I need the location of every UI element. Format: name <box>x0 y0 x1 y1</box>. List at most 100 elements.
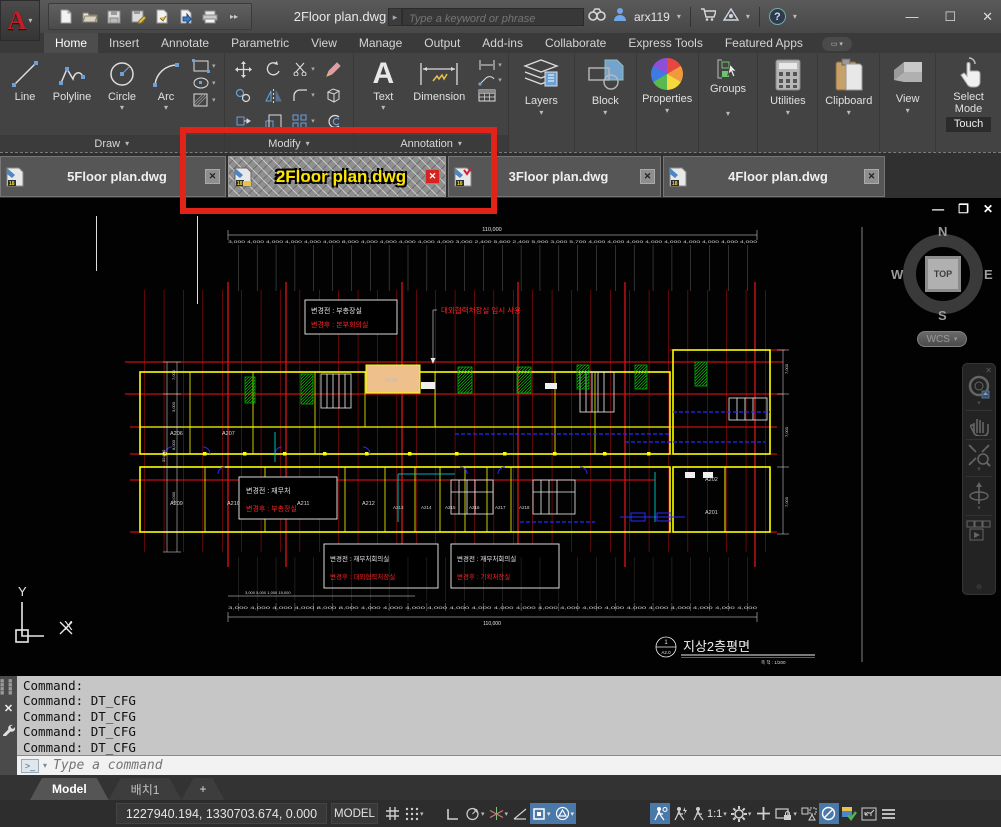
viewcube-top-face[interactable]: TOP <box>925 256 961 292</box>
viewcube-east[interactable]: E <box>984 267 993 282</box>
object-snap-tracking-button[interactable] <box>510 803 530 824</box>
ribbon-tab-parametric[interactable]: Parametric <box>220 33 300 53</box>
grid-display-button[interactable] <box>382 803 402 824</box>
ellipse-tool-button[interactable]: ▾ <box>192 76 216 90</box>
notification-button[interactable] <box>839 803 859 824</box>
annotation-panel-label[interactable]: Annotation▾ <box>354 135 508 152</box>
dimension-button[interactable]: Dimension <box>406 55 472 110</box>
ribbon-tab-annotate[interactable]: Annotate <box>150 33 220 53</box>
a360-chevron-icon[interactable]: ▾ <box>746 12 750 21</box>
mirror-button[interactable] <box>259 82 289 108</box>
drawing-area[interactable]: — ❐ ✕ N S W E TOP WCS▾ ✕ ▾ ▾ <box>0 198 1001 676</box>
doc-close-button[interactable]: ✕ <box>983 202 993 216</box>
user-menu-chevron-icon[interactable]: ▾ <box>677 12 681 21</box>
search-scope-arrow-icon[interactable]: ▸ <box>388 8 402 26</box>
new-file-icon[interactable] <box>57 8 75 26</box>
hatch-tool-button[interactable]: ▾ <box>192 93 216 107</box>
navbar-collapse-icon[interactable]: ⊖ <box>976 585 982 591</box>
navbar-chevron-icon[interactable]: ▾ <box>977 467 981 473</box>
zoom-extents-icon[interactable] <box>967 443 991 467</box>
panel-view[interactable]: View▾ <box>880 53 936 152</box>
open-folder-icon[interactable] <box>81 8 99 26</box>
model-tab[interactable]: Model <box>30 778 109 800</box>
isometric-drafting-button[interactable]: ▾ <box>487 803 511 824</box>
close-tab-icon[interactable]: ✕ <box>205 169 220 184</box>
clean-screen-button[interactable] <box>859 803 879 824</box>
doc-minimize-button[interactable]: — <box>932 202 944 216</box>
orbit-icon[interactable] <box>967 480 991 506</box>
navbar-chevron-icon[interactable]: ▾ <box>977 401 981 407</box>
panel-touch[interactable]: Select Mode Touch <box>936 53 1001 152</box>
maximize-button[interactable]: ☐ <box>944 9 956 25</box>
save-as-icon[interactable] <box>129 8 147 26</box>
ribbon-tab-manage[interactable]: Manage <box>348 33 413 53</box>
rectangle-tool-button[interactable]: ▾ <box>192 59 216 73</box>
trim-button[interactable]: ▾ <box>289 56 319 82</box>
rotate-button[interactable] <box>259 56 289 82</box>
customization-menu-button[interactable] <box>879 803 899 824</box>
annotation-visibility-button[interactable] <box>650 803 670 824</box>
annotation-monitor-button[interactable] <box>753 803 773 824</box>
panel-clipboard[interactable]: Clipboard▾ <box>818 53 880 152</box>
offset-button[interactable] <box>319 108 349 134</box>
model-space-button[interactable]: MODEL <box>331 803 378 824</box>
save-icon[interactable] <box>105 8 123 26</box>
viewcube[interactable]: N S W E TOP <box>895 226 991 322</box>
viewcube-north[interactable]: N <box>938 224 947 239</box>
erase-button[interactable] <box>319 56 349 82</box>
search-binoculars-icon[interactable] <box>588 8 606 26</box>
panel-block[interactable]: Block▾ <box>575 53 637 152</box>
doc-restore-button[interactable]: ❐ <box>958 202 969 216</box>
linear-dimension-button[interactable]: ▾ <box>478 59 502 71</box>
ribbon-tab-home[interactable]: Home <box>44 33 98 53</box>
command-input[interactable] <box>51 757 1001 774</box>
recent-commands-chevron-icon[interactable]: ▾ <box>43 761 47 770</box>
showmotion-icon[interactable] <box>966 519 992 543</box>
scale-button[interactable] <box>259 108 289 134</box>
copy-button[interactable] <box>229 82 259 108</box>
polyline-button[interactable]: Polyline <box>46 55 98 110</box>
signed-in-user[interactable]: arx119 <box>634 10 670 24</box>
minimize-button[interactable]: — <box>905 9 918 24</box>
ortho-mode-button[interactable] <box>443 803 463 824</box>
help-chevron-icon[interactable]: ▾ <box>793 12 797 21</box>
close-button[interactable]: ✕ <box>982 9 993 25</box>
snap-mode-button[interactable]: ▾ <box>402 803 426 824</box>
draw-panel-label[interactable]: Draw▾ <box>0 135 224 152</box>
palette-grip-icon[interactable]: ■ ■ ■ ■■ ■ ■ ■ <box>0 680 17 696</box>
command-panel-close-icon[interactable]: ✕ <box>4 702 13 715</box>
close-tab-icon[interactable]: ✕ <box>864 169 879 184</box>
ribbon-tab-express-tools[interactable]: Express Tools <box>617 33 713 53</box>
plot-preview-icon[interactable] <box>153 8 171 26</box>
new-layout-button[interactable]: + <box>181 778 224 800</box>
panel-layers[interactable]: Layers▾ <box>509 53 575 152</box>
arc-button[interactable]: Arc▾ <box>146 55 186 110</box>
command-wrench-icon[interactable] <box>2 723 15 736</box>
wcs-dropdown[interactable]: WCS▾ <box>917 331 967 347</box>
array-button[interactable]: ▾ <box>289 108 319 134</box>
close-tab-icon[interactable]: ✕ <box>425 169 440 184</box>
help-icon[interactable]: ? <box>769 8 786 25</box>
circle-button[interactable]: Circle▾ <box>100 55 144 110</box>
isolate-objects-button[interactable] <box>799 803 819 824</box>
annotation-scale-button[interactable]: 1:1▾ <box>690 803 729 824</box>
stretch-button[interactable] <box>229 108 259 134</box>
command-input-row[interactable]: >_ ▾ <box>17 756 1001 775</box>
autodesk-360-icon[interactable] <box>723 8 739 26</box>
leader-button[interactable]: ▾ <box>478 74 502 86</box>
explode-button[interactable] <box>319 82 349 108</box>
ribbon-tab-collaborate[interactable]: Collaborate <box>534 33 617 53</box>
publish-icon[interactable] <box>177 8 195 26</box>
panel-groups[interactable]: Groups▾ <box>699 53 759 152</box>
steering-wheel-icon[interactable] <box>967 375 991 401</box>
viewcube-west[interactable]: W <box>891 267 903 282</box>
navbar-close-icon[interactable]: ✕ <box>985 366 992 375</box>
viewcube-south[interactable]: S <box>938 308 947 323</box>
polar-tracking-button[interactable]: ▾ <box>463 803 487 824</box>
lock-ui-button[interactable]: ▾ <box>773 803 799 824</box>
ribbon-tab-insert[interactable]: Insert <box>98 33 150 53</box>
user-avatar-icon[interactable] <box>613 7 627 26</box>
navigation-bar[interactable]: ✕ ▾ ▾ ▾ ⊖ <box>962 363 996 595</box>
pan-hand-icon[interactable] <box>968 414 990 436</box>
panel-properties[interactable]: Properties▾ <box>637 53 699 152</box>
